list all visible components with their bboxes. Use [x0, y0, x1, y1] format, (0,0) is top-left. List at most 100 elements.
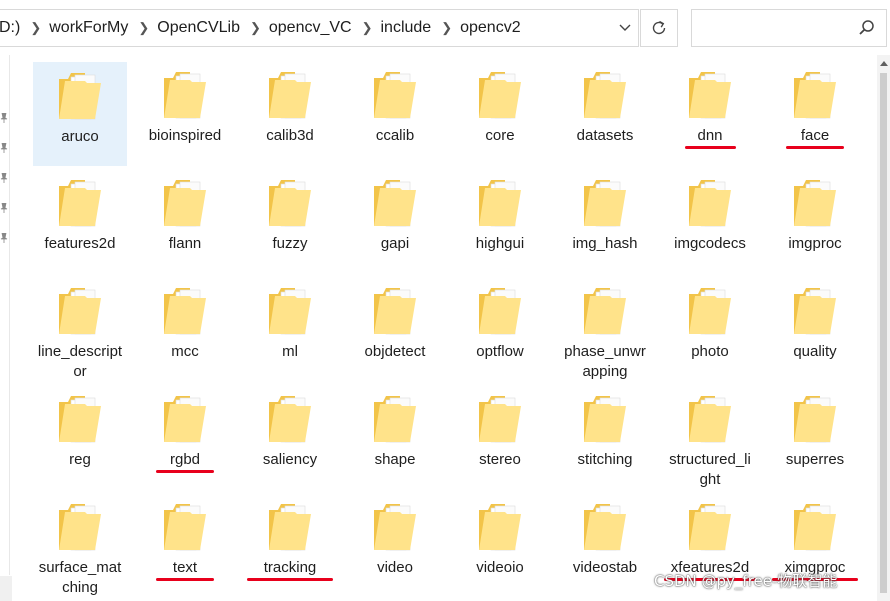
- folder-label: quality: [793, 343, 837, 360]
- folder-item-aruco[interactable]: aruco: [33, 62, 127, 166]
- folder-label: mcc: [171, 343, 199, 360]
- folder-item-features2d[interactable]: features2d: [33, 170, 127, 274]
- watermark: CSDN @py_free-物联智能: [654, 572, 838, 590]
- folder-label: video: [377, 559, 413, 576]
- folder-label: structured_light: [669, 451, 751, 488]
- folder-item-flann[interactable]: flann: [138, 170, 232, 274]
- folder-item-highgui[interactable]: highgui: [453, 170, 547, 274]
- folder-icon: [479, 396, 521, 443]
- folder-item-imgcodecs[interactable]: imgcodecs: [663, 170, 757, 274]
- folder-item-photo[interactable]: photo: [663, 278, 757, 382]
- folder-icon: [479, 504, 521, 551]
- folder-item-optflow[interactable]: optflow: [453, 278, 547, 382]
- folder-item-dnn[interactable]: dnn: [663, 62, 757, 166]
- folder-icon: [164, 72, 206, 119]
- folder-item-img-hash[interactable]: img_hash: [558, 170, 652, 274]
- folder-label: ml: [282, 343, 298, 360]
- folder-item-imgproc[interactable]: imgproc: [768, 170, 862, 274]
- folder-icon: [269, 72, 311, 119]
- folder-icon: [794, 504, 836, 551]
- folder-label: shape: [374, 451, 416, 468]
- folder-label: optflow: [476, 343, 524, 360]
- folder-item-quality[interactable]: quality: [768, 278, 862, 382]
- folder-item-fuzzy[interactable]: fuzzy: [243, 170, 337, 274]
- folder-item-stitching[interactable]: stitching: [558, 386, 652, 490]
- folder-label: aruco: [61, 128, 99, 145]
- folder-label: face: [800, 127, 830, 144]
- folder-icon: [794, 72, 836, 119]
- red-underline-annotation: [247, 578, 333, 581]
- folder-item-core[interactable]: core: [453, 62, 547, 166]
- folder-item-ml[interactable]: ml: [243, 278, 337, 382]
- folder-item-text[interactable]: text: [138, 494, 232, 598]
- folder-item-video[interactable]: video: [348, 494, 442, 598]
- folder-item-phase-unwrapping[interactable]: phase_unwrapping: [558, 278, 652, 382]
- folder-icon: [584, 396, 626, 443]
- folder-label: photo: [691, 343, 729, 360]
- folder-icon: [689, 180, 731, 227]
- folder-icon: [59, 396, 101, 443]
- folder-icon: [59, 73, 101, 120]
- folder-icon: [59, 180, 101, 227]
- folder-icon: [794, 180, 836, 227]
- folder-icon: [584, 504, 626, 551]
- folder-item-tracking[interactable]: tracking: [243, 494, 337, 598]
- folder-label: dnn: [697, 127, 723, 144]
- folder-icon: [59, 504, 101, 551]
- folder-item-surface-matching[interactable]: surface_matching: [33, 494, 127, 598]
- folder-label: ccalib: [375, 127, 415, 144]
- folder-label: img_hash: [572, 235, 638, 252]
- folder-label: flann: [168, 235, 202, 252]
- scrollbar-thumb[interactable]: [880, 73, 887, 593]
- folder-item-calib3d[interactable]: calib3d: [243, 62, 337, 166]
- folder-item-superres[interactable]: superres: [768, 386, 862, 490]
- folder-icon: [584, 288, 626, 335]
- folder-icon: [794, 396, 836, 443]
- folder-label: line_descriptor: [37, 343, 123, 380]
- folder-item-gapi[interactable]: gapi: [348, 170, 442, 274]
- folder-label: gapi: [380, 235, 410, 252]
- folder-item-rgbd[interactable]: rgbd: [138, 386, 232, 490]
- scroll-up-button[interactable]: [877, 55, 890, 71]
- red-underline-annotation: [156, 578, 214, 581]
- folder-label: videostab: [572, 559, 638, 576]
- folder-icon: [479, 72, 521, 119]
- folder-item-ccalib[interactable]: ccalib: [348, 62, 442, 166]
- folder-icon: [374, 396, 416, 443]
- folder-item-line-descriptor[interactable]: line_descriptor: [33, 278, 127, 382]
- folder-item-saliency[interactable]: saliency: [243, 386, 337, 490]
- folder-label: imgcodecs: [674, 235, 746, 252]
- folder-item-reg[interactable]: reg: [33, 386, 127, 490]
- folder-item-bioinspired[interactable]: bioinspired: [138, 62, 232, 166]
- folder-item-shape[interactable]: shape: [348, 386, 442, 490]
- folder-label: reg: [69, 451, 91, 468]
- folder-icon: [689, 288, 731, 335]
- folder-label: features2d: [44, 235, 116, 252]
- folder-icon: [479, 288, 521, 335]
- folder-icon: [59, 288, 101, 335]
- folder-icon: [269, 504, 311, 551]
- folder-icon: [269, 180, 311, 227]
- folder-item-face[interactable]: face: [768, 62, 862, 166]
- folder-icon: [584, 72, 626, 119]
- folder-item-videostab[interactable]: videostab: [558, 494, 652, 598]
- folder-item-videoio[interactable]: videoio: [453, 494, 547, 598]
- folder-label: bioinspired: [148, 127, 222, 144]
- folder-icon: [374, 180, 416, 227]
- folder-label: text: [172, 559, 198, 576]
- folder-item-mcc[interactable]: mcc: [138, 278, 232, 382]
- folder-icon: [689, 72, 731, 119]
- vertical-scrollbar[interactable]: [877, 55, 890, 601]
- folder-icon: [374, 504, 416, 551]
- red-underline-annotation: [684, 146, 736, 149]
- folder-item-datasets[interactable]: datasets: [558, 62, 652, 166]
- folder-label: datasets: [576, 127, 634, 144]
- folder-item-structured-light[interactable]: structured_light: [663, 386, 757, 490]
- folder-item-stereo[interactable]: stereo: [453, 386, 547, 490]
- folder-icon: [269, 288, 311, 335]
- folder-label: tracking: [263, 559, 317, 576]
- file-grid: aruco bioinspired calib3d ccalib core dataset…: [0, 0, 877, 601]
- red-underline-annotation: [156, 470, 214, 473]
- folder-label: stereo: [479, 451, 521, 468]
- folder-item-objdetect[interactable]: objdetect: [348, 278, 442, 382]
